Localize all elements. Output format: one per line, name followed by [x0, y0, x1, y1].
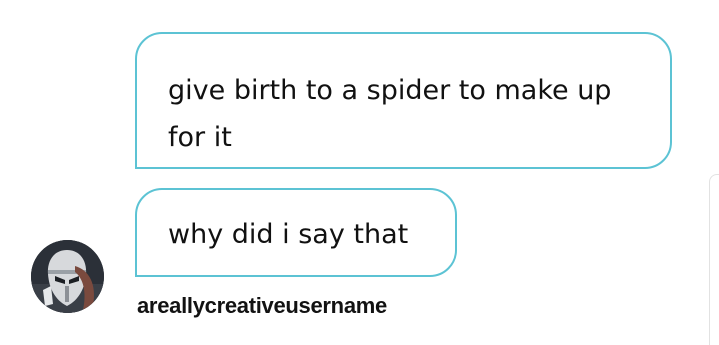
panel-edge: [709, 174, 719, 345]
sender-username[interactable]: areallycreativeusername: [137, 293, 387, 319]
message-text: why did i say that: [168, 219, 409, 250]
chat-message-bubble: why did i say that: [135, 188, 457, 277]
message-text: give birth to a spider to make up for it: [168, 75, 612, 153]
user-avatar-icon: [31, 240, 104, 313]
chat-message-bubble: give birth to a spider to make up for it: [135, 32, 672, 169]
avatar[interactable]: [31, 240, 104, 313]
